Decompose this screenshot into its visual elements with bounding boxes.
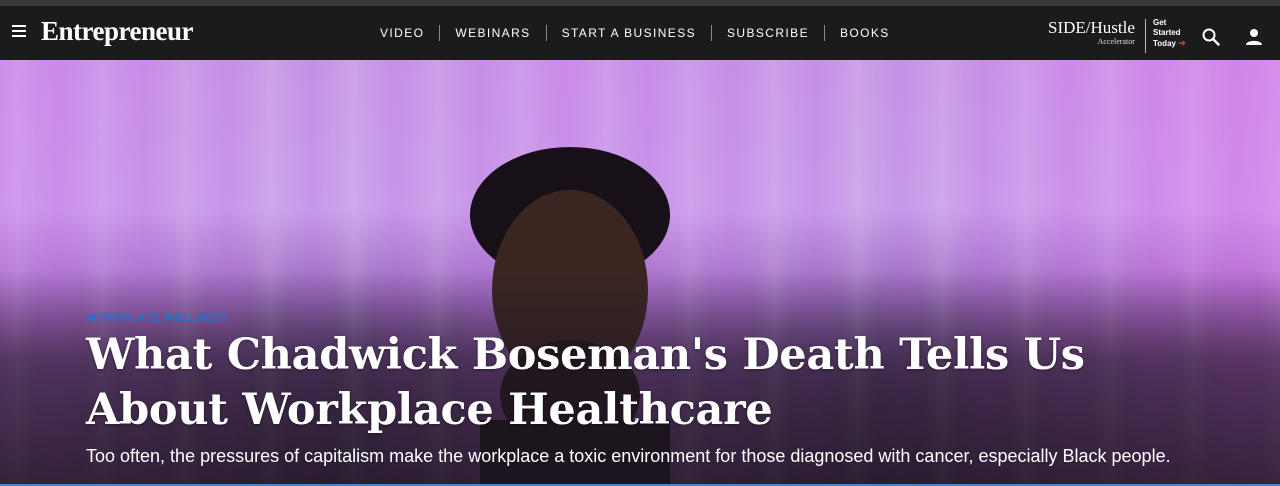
get-started-line-1: Get xyxy=(1153,18,1167,27)
menu-icon[interactable] xyxy=(12,25,28,39)
nav-divider xyxy=(711,25,713,41)
nav-video[interactable]: VIDEO xyxy=(380,26,424,40)
main-nav: VIDEO WEBINARS START A BUSINESS SUBSCRIB… xyxy=(380,23,890,43)
search-icon[interactable] xyxy=(1201,27,1221,47)
hero-image[interactable]: WORKPLACE WELLNESS What Chadwick Boseman… xyxy=(0,60,1280,486)
nav-books[interactable]: BOOKS xyxy=(840,26,890,40)
get-started-line-3: Today xyxy=(1153,39,1176,48)
nav-divider xyxy=(545,25,547,41)
nav-divider xyxy=(439,25,441,41)
nav-subscribe[interactable]: SUBSCRIBE xyxy=(727,26,809,40)
nav-start-a-business[interactable]: START A BUSINESS xyxy=(562,26,696,40)
get-started-line-2: Started xyxy=(1153,28,1181,37)
article-category[interactable]: WORKPLACE WELLNESS xyxy=(86,312,228,324)
user-icon[interactable] xyxy=(1244,27,1264,47)
promo-divider xyxy=(1145,19,1146,53)
side-hustle-subtitle: Accelerator xyxy=(1097,37,1135,46)
nav-divider xyxy=(823,25,825,41)
arrow-right-icon: ➔ xyxy=(1178,38,1186,48)
site-header: Entrepreneur VIDEO WEBINARS START A BUSI… xyxy=(0,6,1280,60)
site-logo[interactable]: Entrepreneur xyxy=(41,16,194,47)
side-hustle-promo[interactable]: SIDE/Hustle Accelerator xyxy=(1048,18,1135,46)
nav-webinars[interactable]: WEBINARS xyxy=(455,26,530,40)
article-headline[interactable]: What Chadwick Boseman's Death Tells Us A… xyxy=(86,328,1206,438)
side-hustle-title: SIDE/Hustle xyxy=(1048,18,1135,37)
article-dek: Too often, the pressures of capitalism m… xyxy=(86,446,1171,466)
get-started-link[interactable]: Get Started Today ➔ xyxy=(1153,18,1186,49)
